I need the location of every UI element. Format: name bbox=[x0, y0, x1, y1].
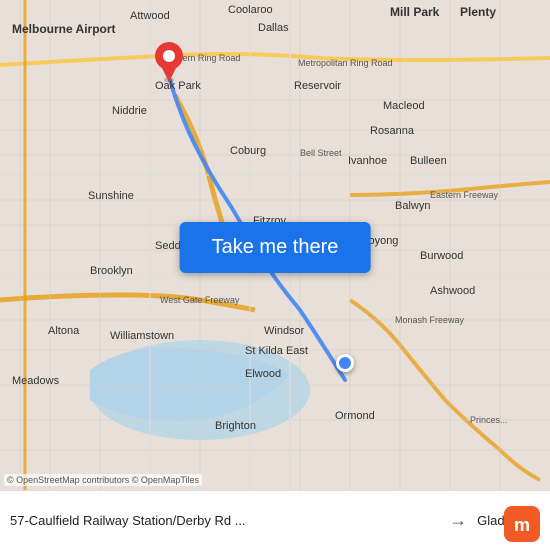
map-container: PlentyMill ParkCoolarooDallasMelbourne A… bbox=[0, 0, 550, 490]
take-me-there-button[interactable]: Take me there bbox=[180, 222, 371, 273]
origin-marker bbox=[336, 354, 354, 372]
moovit-icon: m bbox=[504, 506, 540, 542]
footer-origin-section: 57-Caulfield Railway Station/Derby Rd ..… bbox=[10, 513, 439, 528]
destination-marker bbox=[155, 42, 183, 78]
origin-station: 57-Caulfield Railway Station/Derby Rd ..… bbox=[10, 513, 290, 528]
map-attribution: © OpenStreetMap contributors © OpenMapTi… bbox=[4, 474, 202, 486]
svg-text:m: m bbox=[514, 515, 530, 535]
moovit-logo: m bbox=[504, 506, 540, 542]
footer-bar: 57-Caulfield Railway Station/Derby Rd ..… bbox=[0, 490, 550, 550]
footer-arrow: → bbox=[439, 510, 477, 531]
